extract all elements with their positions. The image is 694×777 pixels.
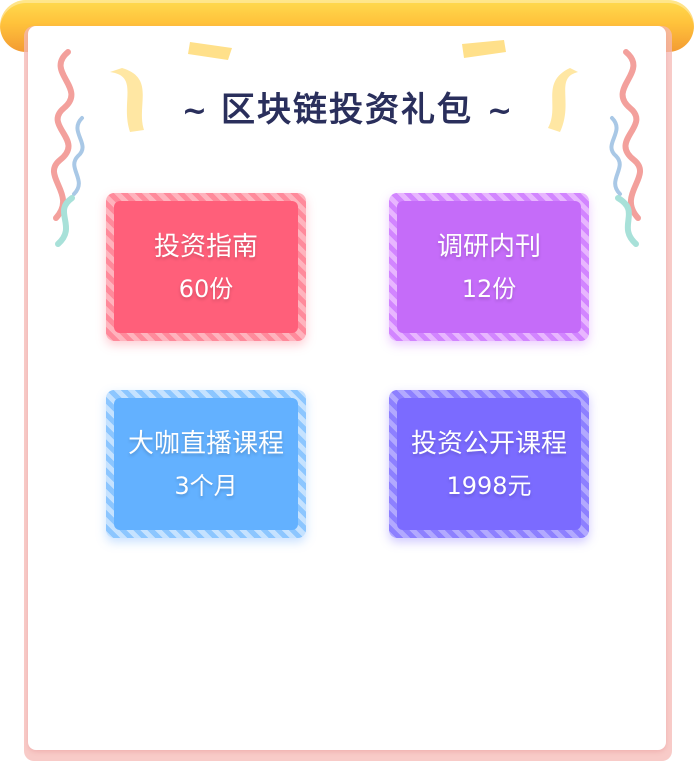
gift-name: 投资指南 [153,232,258,262]
gift-item-journal: 调研内刊 12份 [389,193,589,341]
ribbon-confetti-icon [51,49,85,247]
gift-name: 投资公开课程 [410,429,567,459]
gift-amount: 3个月 [174,472,238,500]
gift-amount: 60份 [178,275,234,303]
gift-name: 大咖直播课程 [127,429,284,459]
title-tilde-right: ~ [487,94,513,129]
gift-item-guide: 投资指南 60份 [106,193,306,341]
gift-pack-panel: ~ 区块链投资礼包 ~ 投资指南 60份 调研内刊 12份 大咖直播课程 3个月 投… [0,0,694,777]
gift-item-open-course: 投资公开课程 1998元 [389,390,589,538]
gift-amount: 12份 [461,275,517,303]
gift-name: 调研内刊 [436,232,541,262]
gift-item-live-course: 大咖直播课程 3个月 [106,390,306,538]
page-title: 区块链投资礼包 [221,90,473,130]
title-row: ~ 区块链投资礼包 ~ [0,82,694,131]
ribbon-confetti-icon [609,49,643,247]
title-tilde-left: ~ [181,94,207,129]
gift-amount: 1998元 [446,472,532,500]
